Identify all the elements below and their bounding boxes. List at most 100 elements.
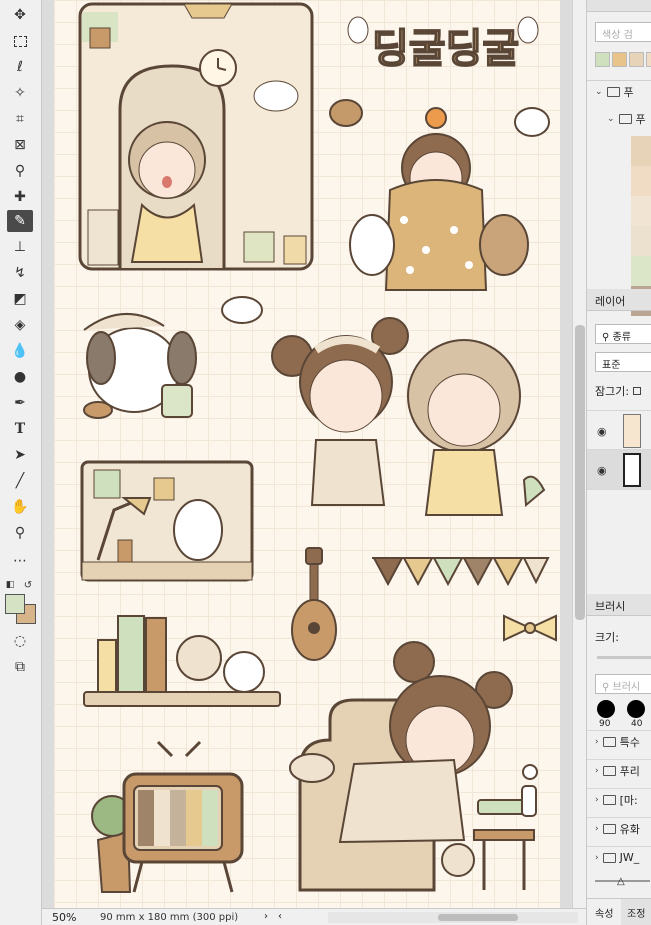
shelf-sticker [83, 615, 281, 707]
swatch-group-1[interactable]: ⌄ 푸 [587, 80, 651, 102]
tab-adjustments[interactable]: 조정 [621, 899, 651, 925]
zoom-tool-icon[interactable]: ⚲ [7, 522, 33, 544]
marquee-tool-icon[interactable] [7, 30, 33, 52]
artboard[interactable]: 딩굴딩굴 [54, 0, 560, 908]
brush-folder-row[interactable]: › [마: [587, 788, 651, 810]
folder-icon [606, 86, 620, 97]
healing-tool-icon[interactable]: ✚ [7, 186, 33, 208]
brush-folder-row[interactable]: › 특수 [587, 730, 651, 752]
title-sticker: 딩굴딩굴 [347, 16, 539, 73]
tv-plant-sticker [91, 740, 244, 893]
eye-icon[interactable]: ◉ [597, 425, 607, 438]
swatch-chip[interactable] [612, 52, 627, 67]
brush-size-90: 90 [599, 719, 611, 729]
screen-mode-icon[interactable]: ⧉ [7, 656, 33, 678]
chevron-right-icon: › [595, 765, 599, 776]
horizontal-scroll-thumb[interactable] [438, 914, 518, 921]
magic-wand-tool-icon[interactable]: ✧ [7, 82, 33, 104]
zoom-level[interactable]: 50% [42, 911, 88, 924]
brush-size-40: 40 [631, 719, 643, 729]
brush-folder-row[interactable]: › 유화 [587, 817, 651, 839]
eyedropper-tool-icon[interactable]: ⚲ [7, 160, 33, 182]
brush-tool-icon[interactable]: ✎ [7, 210, 33, 232]
default-colors-icon[interactable]: ◧ [4, 574, 16, 596]
brush-size-slider[interactable] [597, 656, 651, 659]
lasso-tool-icon[interactable]: ℓ [7, 56, 33, 78]
folder-icon [602, 852, 616, 863]
stamp-tool-icon[interactable]: ⊥ [7, 236, 33, 258]
swatch-chip[interactable] [646, 52, 651, 67]
crop-tool-icon[interactable]: ⌗ [7, 108, 33, 130]
line-tool-icon[interactable]: ╱ [7, 470, 33, 492]
lock-transparency-icon[interactable] [633, 387, 642, 395]
swatch-chip[interactable] [595, 52, 610, 67]
frame-tool-icon[interactable]: ⊠ [7, 134, 33, 156]
canvas-vertical-scrollbar[interactable] [572, 0, 586, 908]
pen-tool-icon[interactable]: ✒ [7, 392, 33, 414]
swap-colors-icon[interactable]: ↺ [22, 574, 34, 596]
blanket-girl-sticker [329, 99, 550, 291]
tab-properties[interactable]: 속성 [587, 899, 621, 925]
brush-folder-label: 유화 [619, 822, 640, 836]
folder-icon [602, 736, 616, 747]
more-tools-icon[interactable]: ⋯ [7, 550, 33, 572]
quick-mask-icon[interactable]: ◌ [7, 630, 33, 652]
canvas-area[interactable]: 딩굴딩굴 [42, 0, 572, 908]
layer-row-artwork[interactable]: ◉ [587, 410, 651, 450]
swatch-search-input[interactable]: 색상 검 [595, 22, 651, 42]
sticker-artwork: 딩굴딩굴 [78, 2, 557, 893]
scroll-left-icon[interactable]: ‹ [278, 911, 282, 922]
swatch-chip[interactable] [631, 256, 651, 286]
blur-tool-icon[interactable]: 💧 [7, 340, 33, 362]
slider-handle-icon[interactable]: △ [617, 876, 625, 887]
canvas-horizontal-scrollbar[interactable] [328, 912, 578, 923]
photoshop-app: ✥ ℓ ✧ ⌗ ⊠ ⚲ ✚ ✎ ⊥ ↯ ◩ ◈ 💧 ● ✒ T ➤ ╱ ✋ ⚲ … [0, 0, 651, 925]
swatch-chip[interactable] [631, 136, 651, 166]
swatch-group-2[interactable]: ⌄ 푸 [587, 108, 651, 130]
chevron-down-icon: ⌄ [595, 86, 603, 97]
history-brush-tool-icon[interactable]: ↯ [7, 262, 33, 284]
brush-search-placeholder: 브러시 [612, 682, 641, 693]
layer-filter-select[interactable]: ⚲ 종류 [595, 324, 651, 344]
type-tool-icon[interactable]: T [7, 418, 33, 440]
eraser-tool-icon[interactable]: ◩ [7, 288, 33, 310]
folder-icon [602, 794, 616, 805]
lock-row: 잠그기: [587, 380, 651, 402]
window-room-sticker [78, 2, 314, 271]
right-panels: 색상 검 ⌄ 푸 ⌄ 푸 레이어 ⚲ 종류 표준 잠그기: ◉ ◉ 브러시 크기… [586, 0, 651, 925]
path-select-tool-icon[interactable]: ➤ [7, 444, 33, 466]
brush-search-input[interactable]: ⚲ 브러시 [595, 674, 651, 694]
brush-folder-row[interactable]: › JW_ [587, 846, 651, 868]
swatch-chip[interactable] [629, 52, 644, 67]
foreground-color-swatch[interactable] [5, 594, 25, 614]
move-tool-icon[interactable]: ✥ [7, 4, 33, 26]
paint-bucket-tool-icon[interactable]: ◈ [7, 314, 33, 336]
dodge-tool-icon[interactable]: ● [7, 366, 33, 388]
chair-girl-sticker [289, 641, 538, 892]
swatch-chip[interactable] [631, 166, 651, 196]
document-info: 90 mm x 180 mm (300 ppi) [100, 911, 239, 923]
brush-preset-40[interactable] [627, 700, 645, 718]
swatch-chip[interactable] [631, 226, 651, 256]
layer-thumbnail [623, 414, 641, 448]
tab-brushes[interactable]: 브러시 [587, 594, 651, 616]
swatches-tab-strip[interactable] [587, 0, 651, 12]
vertical-scroll-thumb[interactable] [575, 325, 585, 620]
brush-folder-label: [마: [619, 793, 638, 807]
chevron-right-icon: › [595, 736, 599, 747]
folder-icon [602, 823, 616, 834]
recent-swatches [595, 52, 651, 67]
status-bar: 50% 90 mm x 180 mm (300 ppi) › ‹ [42, 908, 586, 925]
swatch-chip[interactable] [631, 196, 651, 226]
hand-tool-icon[interactable]: ✋ [7, 496, 33, 518]
tab-layers[interactable]: 레이어 [587, 289, 651, 311]
eye-icon[interactable]: ◉ [597, 464, 607, 477]
folder-icon [602, 765, 616, 776]
brush-preset-90[interactable] [597, 700, 615, 718]
desk-room-sticker [80, 460, 254, 582]
blend-mode-select[interactable]: 표준 [595, 352, 651, 372]
brush-folder-label: 특수 [619, 735, 640, 749]
layer-row-background[interactable]: ◉ [587, 450, 651, 490]
brush-folder-row[interactable]: › 푸리 [587, 759, 651, 781]
status-arrow-icon[interactable]: › [264, 911, 268, 922]
